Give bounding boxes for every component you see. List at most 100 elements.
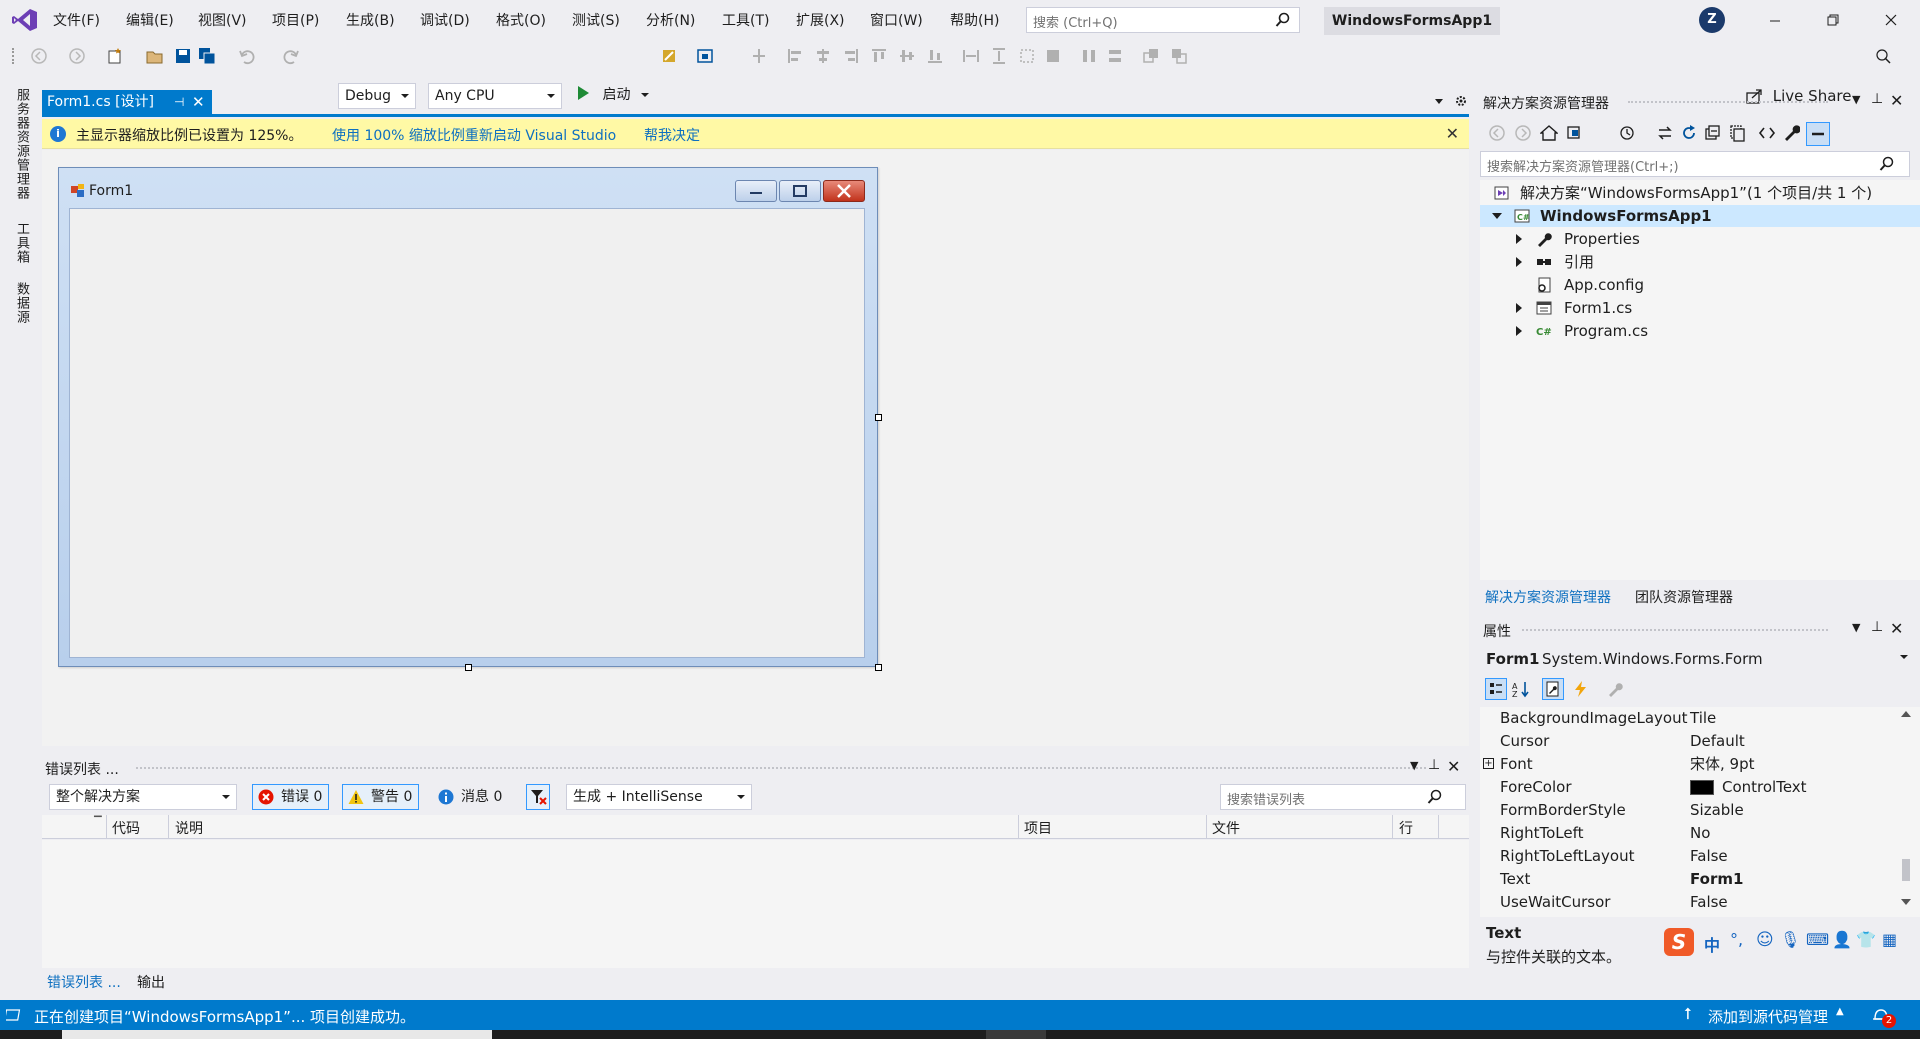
errors-filter-button[interactable]: 错误 0 xyxy=(252,784,330,810)
new-project-icon[interactable] xyxy=(106,47,124,65)
property-row[interactable]: + Font 宋体, 9pt xyxy=(1480,753,1892,776)
solution-search-input[interactable]: 搜索解决方案资源管理器(Ctrl+;) xyxy=(1480,151,1910,177)
error-scope-dropdown[interactable]: 整个解决方案 xyxy=(49,784,237,810)
panel-close-icon[interactable]: ✕ xyxy=(1890,91,1903,110)
home-icon[interactable] xyxy=(1540,124,1558,142)
sogou-logo-icon[interactable]: S xyxy=(1664,928,1694,956)
microphone-icon[interactable]: 🎙 xyxy=(1780,930,1800,949)
column-file[interactable]: 文件 xyxy=(1212,818,1240,838)
form-minimize-button[interactable] xyxy=(735,180,777,202)
property-row[interactable]: RightToLeftLayout False xyxy=(1480,845,1892,868)
user-avatar[interactable]: Z xyxy=(1699,7,1725,33)
keyboard-icon[interactable]: ⌨ xyxy=(1806,930,1829,949)
align-bottoms-icon[interactable] xyxy=(926,47,944,65)
solution-configuration-dropdown[interactable]: Debug xyxy=(338,83,416,109)
collapsed-arrow-icon[interactable] xyxy=(1516,326,1522,336)
tree-item-solution[interactable]: 解决方案“WindowsFormsApp1”(1 个项目/共 1 个) xyxy=(1480,182,1920,204)
properties-view-icon[interactable] xyxy=(1542,678,1564,700)
undo-icon[interactable] xyxy=(238,47,256,65)
error-search-input[interactable]: 搜索错误列表 xyxy=(1220,784,1466,810)
tree-item-program[interactable]: C# Program.cs xyxy=(1480,320,1920,342)
tab-form1-designer[interactable]: Form1.cs [设计] ⊣ ✕ xyxy=(42,90,212,114)
panel-grip[interactable] xyxy=(1628,101,1828,105)
menu-debug[interactable]: 调试(D) xyxy=(420,10,470,30)
close-tab-icon[interactable]: ✕ xyxy=(192,90,205,114)
column-description[interactable]: 说明 xyxy=(175,818,203,838)
close-window-button[interactable] xyxy=(1876,8,1906,32)
show-all-files-icon[interactable] xyxy=(1728,124,1746,142)
collapsed-arrow-icon[interactable] xyxy=(1516,303,1522,313)
menu-build[interactable]: 生成(B) xyxy=(346,10,395,30)
property-row[interactable]: RightToLeft No xyxy=(1480,822,1892,845)
error-list-body[interactable] xyxy=(42,840,1469,968)
menu-test[interactable]: 测试(S) xyxy=(572,10,620,30)
collapsed-arrow-icon[interactable] xyxy=(1516,234,1522,244)
make-same-size-icon[interactable] xyxy=(1044,47,1062,65)
open-file-icon[interactable] xyxy=(146,47,164,65)
forward-icon[interactable] xyxy=(1514,124,1532,142)
pin-tab-icon[interactable]: ⊣ xyxy=(174,90,184,114)
tab-toolbox[interactable]: 工具箱 xyxy=(12,222,31,264)
start-debugging-button[interactable]: 启动 xyxy=(576,84,649,104)
form-close-button[interactable] xyxy=(823,180,865,202)
tab-data-sources[interactable]: 数据源 xyxy=(12,282,31,324)
pending-changes-icon[interactable] xyxy=(1618,124,1636,142)
refresh-icon[interactable] xyxy=(1680,124,1698,142)
toolbox-grid-icon[interactable]: ▦ xyxy=(1882,930,1897,949)
settings-gear-icon[interactable] xyxy=(1454,94,1468,108)
warnings-filter-button[interactable]: 警告 0 xyxy=(342,784,420,810)
tree-item-app-config[interactable]: App.config xyxy=(1480,274,1920,296)
alphabetical-view-icon[interactable]: AZ xyxy=(1512,680,1530,698)
form-maximize-button[interactable] xyxy=(779,180,821,202)
expanded-arrow-icon[interactable] xyxy=(1492,213,1502,219)
menu-extensions[interactable]: 扩展(X) xyxy=(796,10,845,30)
navigate-back-icon[interactable] xyxy=(30,47,48,65)
panel-grip[interactable] xyxy=(1522,629,1828,633)
messages-filter-button[interactable]: 消息 0 xyxy=(432,784,509,810)
expand-plus-icon[interactable]: + xyxy=(1483,758,1494,769)
tab-error-list[interactable]: 错误列表 ... xyxy=(47,972,121,992)
menu-view[interactable]: 视图(V) xyxy=(198,10,247,30)
property-row[interactable]: BackgroundImageLayout Tile xyxy=(1480,707,1892,730)
feedback-icon[interactable] xyxy=(1874,47,1892,65)
property-row[interactable]: FormBorderStyle Sizable xyxy=(1480,799,1892,822)
align-rights-icon[interactable] xyxy=(842,47,860,65)
property-row[interactable]: Cursor Default xyxy=(1480,730,1892,753)
tab-overflow-icon[interactable] xyxy=(1434,96,1444,106)
property-row[interactable]: Text Form1 xyxy=(1480,868,1892,891)
object-dropdown-arrow-icon[interactable] xyxy=(1900,655,1908,659)
scroll-up-icon[interactable] xyxy=(1901,711,1911,717)
add-to-source-control-button[interactable]: 添加到源代码管理 xyxy=(1708,1006,1828,1027)
tree-item-properties[interactable]: Properties xyxy=(1480,228,1920,250)
menu-analyze[interactable]: 分析(N) xyxy=(646,10,695,30)
form1-window[interactable]: Form1 xyxy=(58,167,878,667)
restore-button[interactable] xyxy=(1818,8,1848,32)
menu-tools[interactable]: 工具(T) xyxy=(722,10,769,30)
size-to-grid-icon[interactable] xyxy=(1018,47,1036,65)
column-line[interactable]: 行 xyxy=(1399,818,1413,838)
source-control-up-icon[interactable]: ▲ xyxy=(1836,1006,1844,1017)
property-row[interactable]: ForeColor ControlText xyxy=(1480,776,1892,799)
emoji-icon[interactable]: ☺ xyxy=(1756,930,1774,950)
column-code[interactable]: 代码 xyxy=(112,818,140,838)
vertical-spacing-icon[interactable] xyxy=(1106,47,1124,65)
panel-pin-icon[interactable]: ⊥ xyxy=(1428,757,1440,773)
property-row[interactable]: UseWaitCursor False xyxy=(1480,891,1892,914)
help-me-decide-link[interactable]: 帮我决定 xyxy=(644,125,700,145)
taskbar-active-window[interactable] xyxy=(62,1030,492,1039)
align-lefts-icon[interactable] xyxy=(786,47,804,65)
sync-with-document-icon[interactable] xyxy=(1656,124,1674,142)
horizontal-spacing-icon[interactable] xyxy=(1080,47,1098,65)
column-project[interactable]: 项目 xyxy=(1024,818,1052,838)
quick-launch-search-input[interactable]: 搜索 (Ctrl+Q) xyxy=(1026,7,1300,33)
form1-client-area[interactable] xyxy=(69,208,865,658)
tree-item-form1[interactable]: Form1.cs xyxy=(1480,297,1920,319)
tab-solution-explorer[interactable]: 解决方案资源管理器 xyxy=(1485,587,1611,607)
properties-wrench-icon[interactable] xyxy=(1782,124,1800,142)
visual-studio-logo-icon[interactable] xyxy=(12,8,38,32)
panel-pin-icon[interactable]: ⊥ xyxy=(1871,91,1883,107)
scroll-thumb[interactable] xyxy=(1902,859,1910,881)
filter-toggle-button[interactable] xyxy=(526,784,550,810)
restart-100-percent-link[interactable]: 使用 100% 缩放比例重新启动 Visual Studio xyxy=(332,125,616,145)
collapse-all-icon[interactable] xyxy=(1704,124,1722,142)
